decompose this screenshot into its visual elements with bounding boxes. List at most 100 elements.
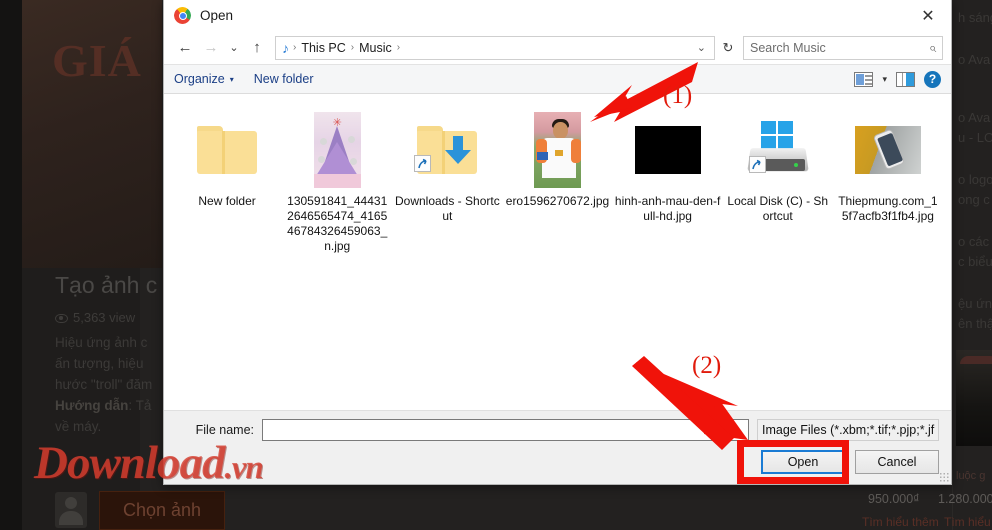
open-button-highlight: [737, 440, 849, 484]
background-link-right[interactable]: Tìm hiểu t: [944, 515, 992, 529]
chevron-down-icon: ⌄: [934, 425, 938, 436]
guide-rest: : Tả: [128, 398, 152, 413]
back-button[interactable]: ←: [172, 35, 198, 61]
up-button[interactable]: ↑: [244, 35, 270, 61]
dialog-title: Open: [200, 8, 234, 23]
file-label: New folder: [198, 194, 256, 208]
file-thumb: [745, 112, 811, 188]
new-folder-label: New folder: [253, 72, 314, 86]
file-item-hinh-anh-mau-den[interactable]: hinh-anh-mau-den-full-hd.jpg: [613, 108, 723, 258]
background-product-image: [956, 350, 992, 446]
local-disk-icon: [747, 121, 809, 179]
background-price-right: 1.280.000: [938, 492, 992, 506]
background-price-left: 950.000₫: [868, 492, 920, 506]
christmas-tree-thumbnail-icon: ✳: [313, 112, 361, 188]
file-thumb: [524, 112, 590, 188]
background-view-count: 5,363 view: [55, 310, 135, 325]
help-icon[interactable]: ?: [924, 70, 941, 88]
background-right-line-4: u - LO: [958, 130, 992, 145]
file-list-area[interactable]: New folder ✳ 130591841_444312646565474_4…: [164, 94, 951, 410]
screen: GIÁ Tạo ảnh c 5,363 view Hiệu ứng ảnh c …: [0, 0, 992, 530]
file-thumb: [854, 112, 921, 188]
organize-button[interactable]: Organize ▾: [174, 72, 234, 86]
file-item-130591841[interactable]: ✳ 130591841_444312646565474_416546784326…: [282, 108, 392, 258]
folder-icon: [197, 126, 258, 174]
filename-input[interactable]: [262, 419, 749, 441]
background-hero-image: GIÁ: [22, 0, 162, 268]
resize-grip[interactable]: [939, 472, 949, 482]
black-image-thumbnail-icon: [634, 126, 701, 174]
file-thumb: ✳: [304, 112, 370, 188]
background-view-count-text: 5,363 view: [73, 310, 136, 325]
file-type-value: Image Files (*.xbm;*.tif;*.pjp;*.jf: [762, 423, 935, 437]
file-label: Local Disk (C) - Shortcut: [727, 194, 829, 223]
background-left-rail: [0, 0, 22, 530]
file-item-local-disk-c[interactable]: Local Disk (C) - Shortcut: [723, 108, 833, 258]
folder-download-icon: [414, 126, 478, 174]
filename-label: File name:: [195, 423, 254, 437]
filename-row: File name: Image Files (*.xbm;*.tif;*.pj…: [176, 419, 939, 441]
close-icon[interactable]: ✕: [905, 0, 951, 31]
background-right-line-6: ong c: [958, 192, 990, 207]
file-type-select[interactable]: Image Files (*.xbm;*.tif;*.pjp;*.jf ⌄: [757, 419, 939, 441]
excerpt-line-4: Hướng dẫn: Tả: [55, 395, 175, 416]
dialog-navbar: ← → ⌄ ↑ ♪ › This PC › Music › ⌄ ↻ Search…: [164, 31, 951, 64]
background-right-line-2: o Ava: [958, 52, 991, 67]
search-placeholder: Search Music: [750, 40, 826, 55]
file-thumb: [414, 112, 480, 188]
recent-locations-button[interactable]: ⌄: [224, 35, 244, 61]
background-right-line-7: o các: [958, 234, 990, 249]
breadcrumb-item-this-pc[interactable]: This PC: [297, 41, 349, 55]
dialog-titlebar: Open ✕: [164, 0, 951, 31]
football-player-thumbnail-icon: [533, 112, 581, 188]
organize-label: Organize: [174, 72, 225, 86]
breadcrumb-item-music[interactable]: Music: [355, 41, 396, 55]
guide-label: Hướng dẫn: [55, 398, 129, 413]
refresh-icon[interactable]: ↻: [717, 40, 739, 56]
forward-button: →: [203, 39, 219, 56]
view-options-icon[interactable]: [854, 71, 874, 87]
file-thumb: [634, 112, 701, 188]
background-article-title: Tạo ảnh c: [55, 272, 158, 298]
background-link-left[interactable]: Tìm hiểu thêm: [862, 515, 939, 529]
eye-icon: [55, 314, 68, 323]
search-input[interactable]: Search Music ⌕: [743, 35, 943, 60]
file-item-ero1596270672[interactable]: ero1596270672.jpg: [502, 108, 612, 258]
chevron-down-icon[interactable]: ▾: [882, 74, 887, 85]
annotation-label-1: (1): [663, 82, 693, 109]
breadcrumb-sep-2: ›: [396, 42, 401, 53]
open-file-dialog: Open ✕ ← → ⌄ ↑ ♪ › This PC › Music › ⌄ ↻…: [163, 0, 952, 485]
background-right-line-3: o Ava: [958, 110, 991, 125]
excerpt-line-3: hước "troll" đăm: [55, 377, 153, 392]
cancel-button[interactable]: Cancel: [855, 450, 939, 474]
dialog-toolbar: Organize ▾ New folder ▾ ?: [164, 64, 951, 94]
file-label: Thiepmung.com_15f7acfb3f1fb4.jpg: [838, 194, 938, 223]
choose-image-button[interactable]: Chọn ảnh: [99, 491, 225, 530]
file-item-new-folder[interactable]: New folder: [172, 108, 282, 258]
file-label: ero1596270672.jpg: [505, 194, 610, 208]
music-note-icon: ♪: [282, 39, 289, 56]
chevron-down-icon[interactable]: ⌄: [697, 41, 710, 54]
background-right-line-9: ệu ứng: [958, 296, 992, 311]
background-right-line-1: h sáng: [958, 10, 992, 25]
chrome-icon: [174, 7, 191, 24]
file-label: 130591841_444312646565474_41654678432645…: [287, 194, 388, 253]
avatar: [55, 492, 87, 528]
toolbar-right-group: ▾ ?: [854, 70, 941, 88]
file-item-downloads-shortcut[interactable]: Downloads - Shortcut: [392, 108, 502, 258]
phone-thumbnail-icon: [854, 126, 921, 174]
file-grid: New folder ✳ 130591841_444312646565474_4…: [164, 94, 951, 258]
preview-pane-icon[interactable]: [896, 71, 915, 87]
file-item-thiepmung[interactable]: Thiepmung.com_15f7acfb3f1fb4.jpg: [833, 108, 943, 258]
file-thumb: [194, 112, 260, 188]
background-right-line-5: o logo: [958, 172, 992, 187]
background-right-line-8: c biểu: [958, 254, 992, 269]
new-folder-button[interactable]: New folder: [254, 72, 314, 86]
windows-logo-icon: [760, 121, 794, 150]
annotation-label-2: (2): [692, 352, 722, 379]
file-label: Downloads - Shortcut: [394, 194, 500, 223]
shortcut-badge-icon: [414, 155, 432, 172]
breadcrumb[interactable]: ♪ › This PC › Music › ⌄: [275, 35, 715, 60]
excerpt-line-2: ấn tượng, hiệu: [55, 356, 144, 371]
background-right-line-10: ên thậ: [958, 316, 992, 331]
